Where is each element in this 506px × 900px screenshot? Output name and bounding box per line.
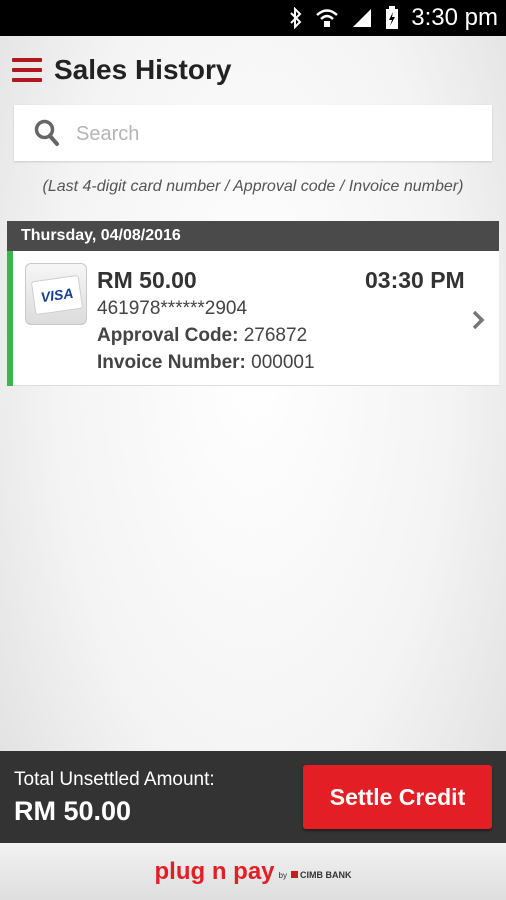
chevron-right-icon[interactable] xyxy=(471,309,485,336)
app-header: Sales History xyxy=(0,36,506,106)
total-unsettled-label: Total Unsettled Amount: xyxy=(14,769,215,790)
brand-by: by xyxy=(278,870,287,880)
card-brand: VISA xyxy=(30,274,84,316)
invoice-number: Invoice Number: 000001 xyxy=(97,352,315,374)
search-input[interactable] xyxy=(74,115,478,153)
status-bar: 3:30 pm xyxy=(0,0,506,36)
footer: plug n pay by CIMB BANK xyxy=(0,843,506,900)
hamburger-menu-icon[interactable] xyxy=(12,58,42,84)
search-hint: (Last 4-digit card number / Approval cod… xyxy=(42,178,464,195)
cimb-logo-icon xyxy=(290,871,298,878)
bluetooth-icon xyxy=(289,7,303,29)
invoice-number-label: Invoice Number: xyxy=(97,352,246,373)
bank-name: CIMB BANK xyxy=(290,869,352,880)
page-title: Sales History xyxy=(54,54,232,85)
battery-icon xyxy=(385,6,399,30)
brand-name: plug n pay xyxy=(154,857,275,885)
approval-code-value: 276872 xyxy=(243,325,308,346)
visa-card-icon: VISA xyxy=(25,263,87,325)
transaction-status-bar xyxy=(7,251,13,386)
date-group-header: Thursday, 04/08/2016 xyxy=(7,221,499,251)
transaction-amount: RM 50.00 xyxy=(97,267,197,293)
total-unsettled-value: RM 50.00 xyxy=(14,796,132,826)
invoice-number-value: 000001 xyxy=(251,352,315,373)
bank-label: CIMB BANK xyxy=(299,869,352,880)
card-number: 461978******2904 xyxy=(97,298,248,319)
settle-credit-button[interactable]: Settle Credit xyxy=(303,765,492,829)
transaction-row[interactable]: VISA RM 50.00 03:30 PM 461978******2904 … xyxy=(7,251,499,386)
plugnpay-logo: plug n pay by CIMB BANK xyxy=(155,858,352,886)
search-box xyxy=(14,105,492,161)
status-time: 3:30 pm xyxy=(411,4,498,31)
approval-code: Approval Code: 276872 xyxy=(97,325,307,347)
summary-bar: Total Unsettled Amount: RM 50.00 Settle … xyxy=(0,751,506,843)
transaction-time: 03:30 PM xyxy=(365,267,465,293)
wifi-icon xyxy=(315,7,339,29)
approval-code-label: Approval Code: xyxy=(97,325,239,346)
search-icon xyxy=(34,119,60,152)
signal-icon xyxy=(351,7,373,29)
